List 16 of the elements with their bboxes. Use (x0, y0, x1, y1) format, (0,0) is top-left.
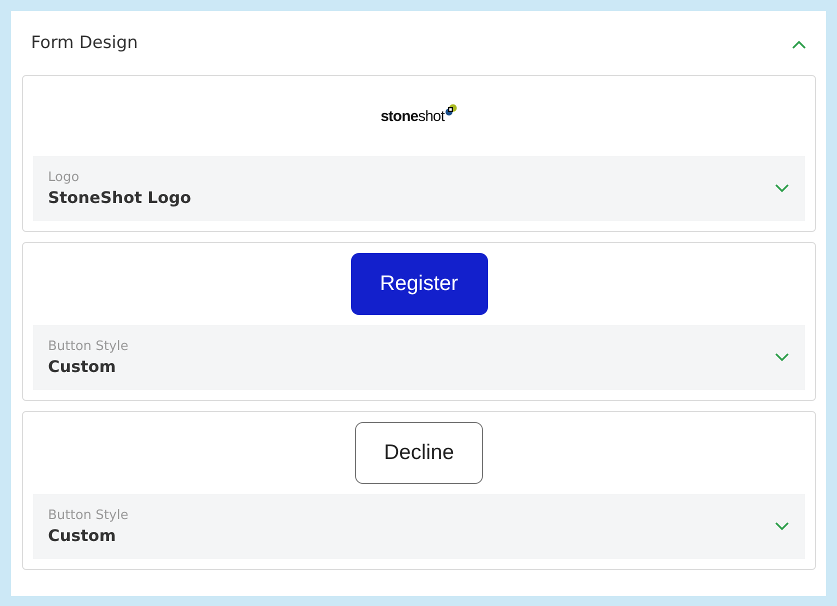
dropdown-field[interactable]: Logo StoneShot Logo (33, 156, 805, 221)
register-button[interactable]: Register (350, 253, 488, 315)
dropdown-chevron-icon[interactable] (775, 184, 789, 193)
field-value: Custom (48, 357, 117, 376)
collapse-chevron-icon[interactable] (792, 40, 806, 48)
dropdown-chevron-icon[interactable] (775, 353, 789, 362)
decline-button[interactable]: Decline (355, 422, 483, 484)
field-value: Custom (48, 526, 117, 545)
section-title: Form Design (31, 33, 138, 53)
dropdown-chevron-icon[interactable] (775, 522, 789, 531)
dropdown-field[interactable]: Button Style Custom (33, 494, 805, 559)
field-label: Button Style (48, 339, 128, 354)
field-label: Logo (48, 170, 80, 185)
field-value: StoneShot Logo (48, 188, 192, 207)
dropdown-field[interactable]: Button Style Custom (33, 325, 805, 390)
field-label: Button Style (48, 508, 128, 523)
